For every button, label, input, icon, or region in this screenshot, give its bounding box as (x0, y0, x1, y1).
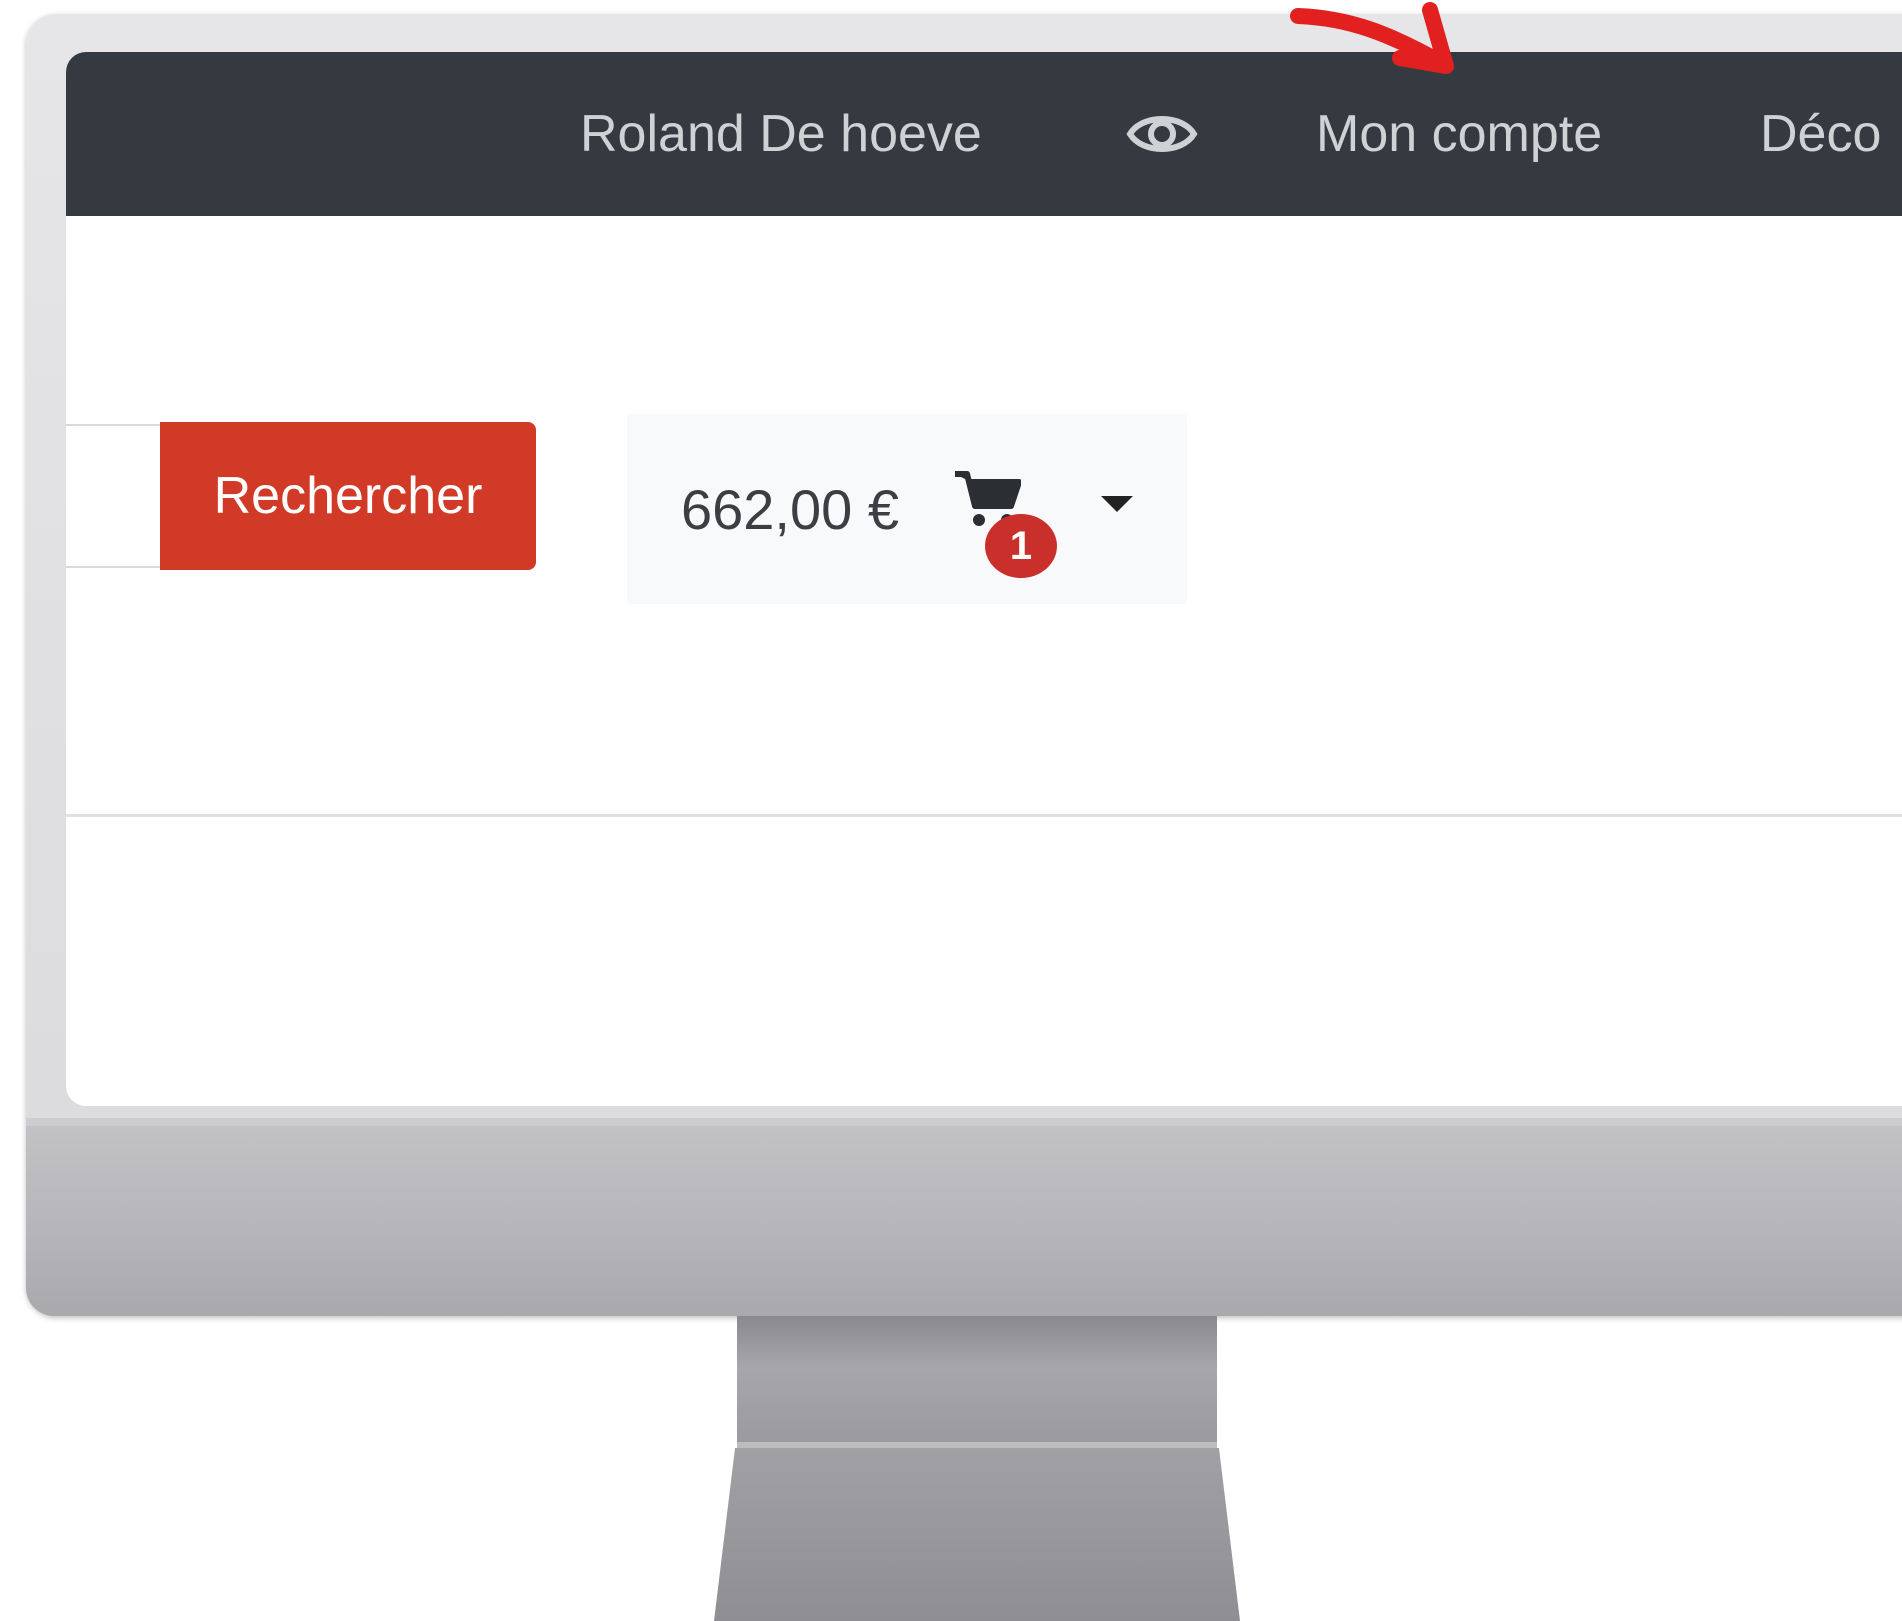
screen: Roland De hoeve Mon compte Déco Recherch… (66, 52, 1902, 1106)
search-input[interactable] (66, 424, 162, 568)
nav-user-name[interactable]: Roland De hoeve (580, 108, 982, 160)
section-divider (66, 814, 1902, 817)
top-navbar: Roland De hoeve Mon compte Déco (66, 52, 1902, 216)
caret-down-icon[interactable] (1101, 496, 1133, 512)
cart-dropdown[interactable]: 662,00 € 1 (627, 414, 1187, 604)
cart-count-badge: 1 (985, 514, 1057, 578)
monitor-mockup: Roland De hoeve Mon compte Déco Recherch… (0, 0, 1902, 1621)
annotation-arrow-icon (1290, 2, 1454, 74)
eye-icon[interactable] (1126, 108, 1198, 160)
monitor-stand-neck (737, 1316, 1217, 1448)
nav-logout-link[interactable]: Déco (1760, 108, 1881, 160)
nav-my-account-link[interactable]: Mon compte (1316, 108, 1602, 160)
monitor-stand-base (714, 1448, 1240, 1621)
search-button[interactable]: Rechercher (160, 422, 536, 570)
monitor-chin (26, 1118, 1902, 1316)
cart-total: 662,00 € (681, 478, 899, 541)
